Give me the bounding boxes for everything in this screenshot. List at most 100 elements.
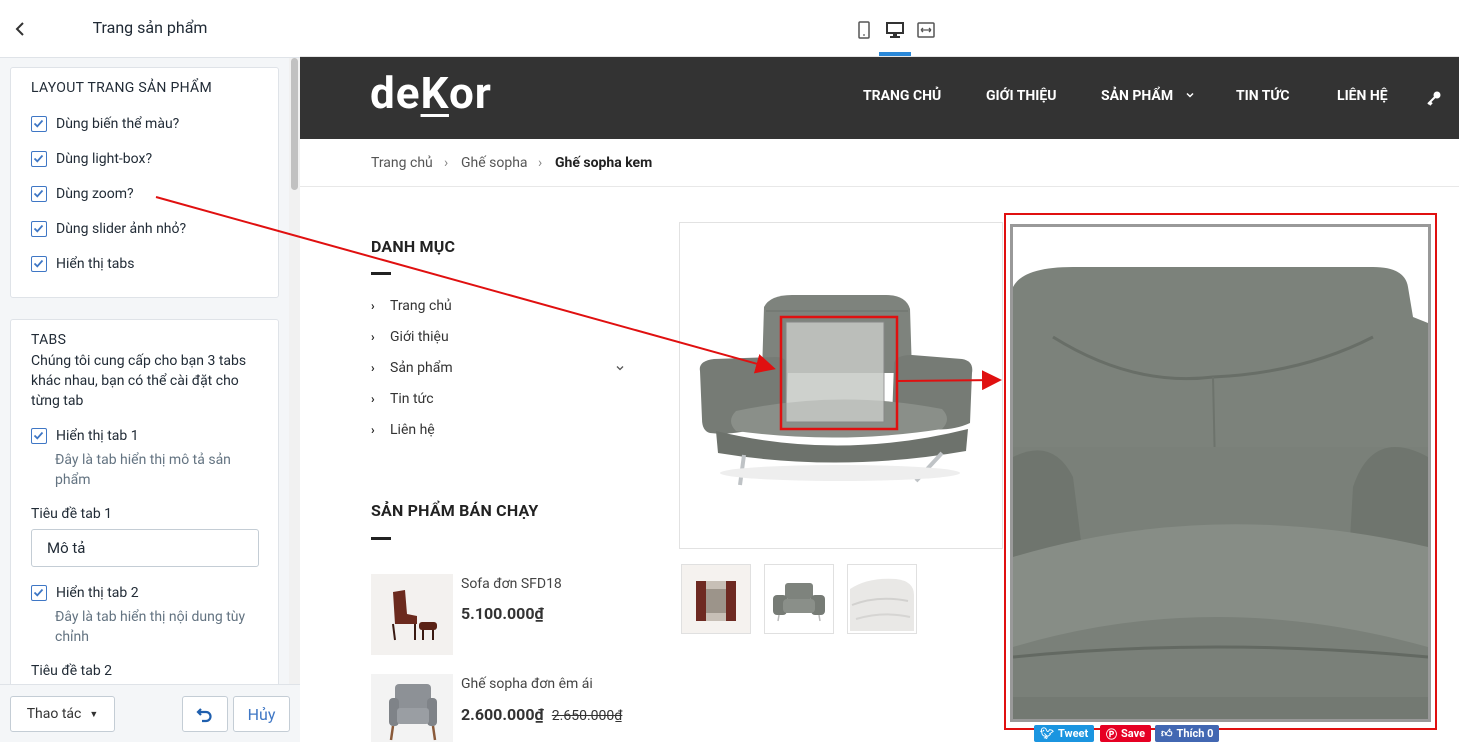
product-name[interactable]: Sofa đơn SFD18 — [461, 576, 562, 592]
chevron-right-icon: › — [371, 299, 375, 313]
option-zoom[interactable]: Dùng zoom? — [31, 184, 134, 204]
option-label: Dùng zoom? — [56, 186, 134, 202]
option-show-tab2[interactable]: Hiển thị tab 2 — [31, 583, 139, 603]
undo-icon — [196, 708, 212, 723]
tweet-button[interactable]: 🐦︎ Tweet — [1034, 725, 1095, 742]
gallery-thumbnail-active[interactable] — [764, 564, 834, 634]
panel-scrollbar[interactable] — [289, 58, 300, 684]
checkbox-checked-icon[interactable] — [31, 585, 47, 601]
active-device-indicator — [879, 52, 911, 56]
save-label: Save — [1121, 727, 1146, 740]
product-price: 5.100.000₫ — [461, 604, 544, 623]
gallery-thumbnail[interactable] — [681, 564, 751, 634]
panel-scroll-area: LAYOUT TRANG SẢN PHẨM Dùng biến thể màu?… — [0, 58, 289, 684]
layout-settings-card: LAYOUT TRANG SẢN PHẨM Dùng biến thể màu?… — [10, 67, 279, 298]
product-name[interactable]: Ghế sopha đơn êm ái — [461, 676, 593, 692]
chevron-right-icon: › — [371, 330, 375, 344]
twitter-icon: 🐦︎ — [1040, 727, 1054, 740]
option-label: Dùng biến thể màu? — [56, 116, 180, 132]
checkbox-checked-icon[interactable] — [31, 151, 47, 167]
nav-contact[interactable]: LIÊN HỆ — [1337, 88, 1388, 104]
checkbox-checked-icon[interactable] — [31, 221, 47, 237]
category-label: Liên hệ — [390, 422, 435, 438]
checkbox-checked-icon[interactable] — [31, 256, 47, 272]
category-item-news[interactable]: › Tin tức — [371, 389, 434, 409]
category-item-about[interactable]: › Giới thiệu — [371, 327, 449, 347]
preview-toolbar — [300, 0, 1459, 57]
nav-news[interactable]: TIN TỨC — [1236, 88, 1290, 104]
tabs-description: Chúng tôi cung cấp cho bạn 3 tabs khác n… — [31, 353, 247, 409]
option-show-tabs[interactable]: Hiển thị tabs — [31, 254, 134, 274]
option-label: Dùng slider ảnh nhỏ? — [56, 221, 187, 237]
category-label: Trang chủ — [390, 298, 452, 314]
option-label: Hiển thị tabs — [56, 256, 135, 272]
chevron-down-icon[interactable] — [615, 363, 625, 373]
tweet-label: Tweet — [1057, 727, 1089, 740]
category-item-contact[interactable]: › Liên hệ — [371, 420, 435, 440]
tab1-help-text: Đây là tab hiển thị mô tả sản phẩm — [55, 452, 231, 488]
chevron-right-icon: › — [371, 423, 375, 437]
tab1-title-input[interactable]: Mô tả — [31, 529, 259, 567]
tab1-title-label: Tiêu đề tab 1 — [31, 506, 113, 522]
chevron-right-icon: › — [538, 155, 543, 171]
category-label: Sản phẩm — [390, 360, 453, 376]
card-title-layout: LAYOUT TRANG SẢN PHẨM — [31, 80, 212, 96]
option-color-variant[interactable]: Dùng biến thể màu? — [31, 114, 179, 134]
breadcrumb-category[interactable]: Ghế sopha — [461, 155, 528, 171]
settings-panel: Trang sản phẩm LAYOUT TRANG SẢN PHẨM Dùn… — [0, 0, 300, 742]
tab2-title-label: Tiêu đề tab 2 — [31, 663, 113, 679]
checkbox-checked-icon[interactable] — [31, 428, 47, 444]
chevron-right-icon: › — [444, 155, 449, 171]
option-label: Hiển thị tab 1 — [56, 428, 139, 444]
category-heading: DANH MỤC — [371, 237, 456, 256]
caret-down-icon: ▼ — [89, 709, 99, 720]
option-show-tab1[interactable]: Hiển thị tab 1 — [31, 426, 139, 446]
category-label: Giới thiệu — [390, 329, 449, 345]
pinterest-save-button[interactable]: Ⓟ Save — [1100, 725, 1152, 742]
scrollbar-thumb[interactable] — [291, 58, 298, 190]
card-title-tabs: TABS — [31, 332, 67, 348]
nav-products-label: SẢN PHẨM — [1101, 88, 1174, 104]
cancel-button[interactable]: Hủy — [233, 696, 290, 732]
nav-about[interactable]: GIỚI THIỆU — [986, 88, 1056, 104]
checkbox-checked-icon[interactable] — [31, 186, 47, 202]
breadcrumb: Trang chủ › Ghế sopha › Ghế sopha kem — [300, 139, 1459, 187]
tab2-help-text: Đây là tab hiển thị nội dung tùy chỉnh — [55, 609, 246, 645]
like-label: Thích 0 — [1176, 727, 1214, 740]
undo-button[interactable] — [182, 696, 228, 732]
facebook-like-button[interactable]: 👍︎ Thích 0 — [1155, 725, 1220, 742]
chevron-down-icon — [1186, 92, 1194, 98]
zoomed-image — [1010, 224, 1431, 722]
category-item-products[interactable]: › Sản phẩm — [371, 358, 625, 378]
key-icon[interactable] — [1426, 90, 1442, 110]
logo-text: deKor — [370, 67, 492, 119]
site-header: deKor TRANG CHỦ GIỚI THIỆU SẢN PHẨM TIN … — [300, 57, 1459, 139]
option-label: Hiển thị tab 2 — [56, 585, 139, 601]
panel-header: Trang sản phẩm — [0, 0, 300, 58]
fullwidth-view-icon[interactable] — [916, 20, 936, 40]
pinterest-icon: Ⓟ — [1106, 727, 1117, 741]
thumbs-up-icon: 👍︎ — [1161, 727, 1173, 740]
gallery-thumbnail[interactable] — [847, 564, 917, 634]
category-label: Tin tức — [390, 391, 434, 407]
breadcrumb-home[interactable]: Trang chủ — [371, 155, 433, 171]
option-thumb-slider[interactable]: Dùng slider ảnh nhỏ? — [31, 219, 186, 239]
option-lightbox[interactable]: Dùng light-box? — [31, 149, 152, 169]
actions-dropdown-button[interactable]: Thao tác ▼ — [10, 696, 115, 732]
site-logo[interactable]: deKor — [370, 67, 492, 119]
checkbox-checked-icon[interactable] — [31, 116, 47, 132]
heading-underline — [371, 537, 391, 540]
panel-title: Trang sản phẩm — [92, 18, 208, 37]
category-item-home[interactable]: › Trang chủ — [371, 296, 452, 316]
nav-products[interactable]: SẢN PHẨM — [1101, 88, 1195, 104]
product-thumbnail[interactable] — [371, 574, 453, 655]
nav-home[interactable]: TRANG CHỦ — [863, 88, 941, 104]
product-price-old: 2.650.000₫ — [551, 708, 623, 724]
main-product-image[interactable] — [679, 222, 1003, 549]
product-thumbnail[interactable] — [371, 674, 453, 742]
heading-underline — [371, 272, 391, 275]
mobile-view-icon[interactable] — [854, 20, 874, 40]
desktop-view-icon[interactable] — [885, 20, 905, 40]
bestseller-heading: SẢN PHẨM BÁN CHẠY — [371, 501, 539, 520]
product-price-current: 2.600.000₫ — [461, 705, 544, 724]
